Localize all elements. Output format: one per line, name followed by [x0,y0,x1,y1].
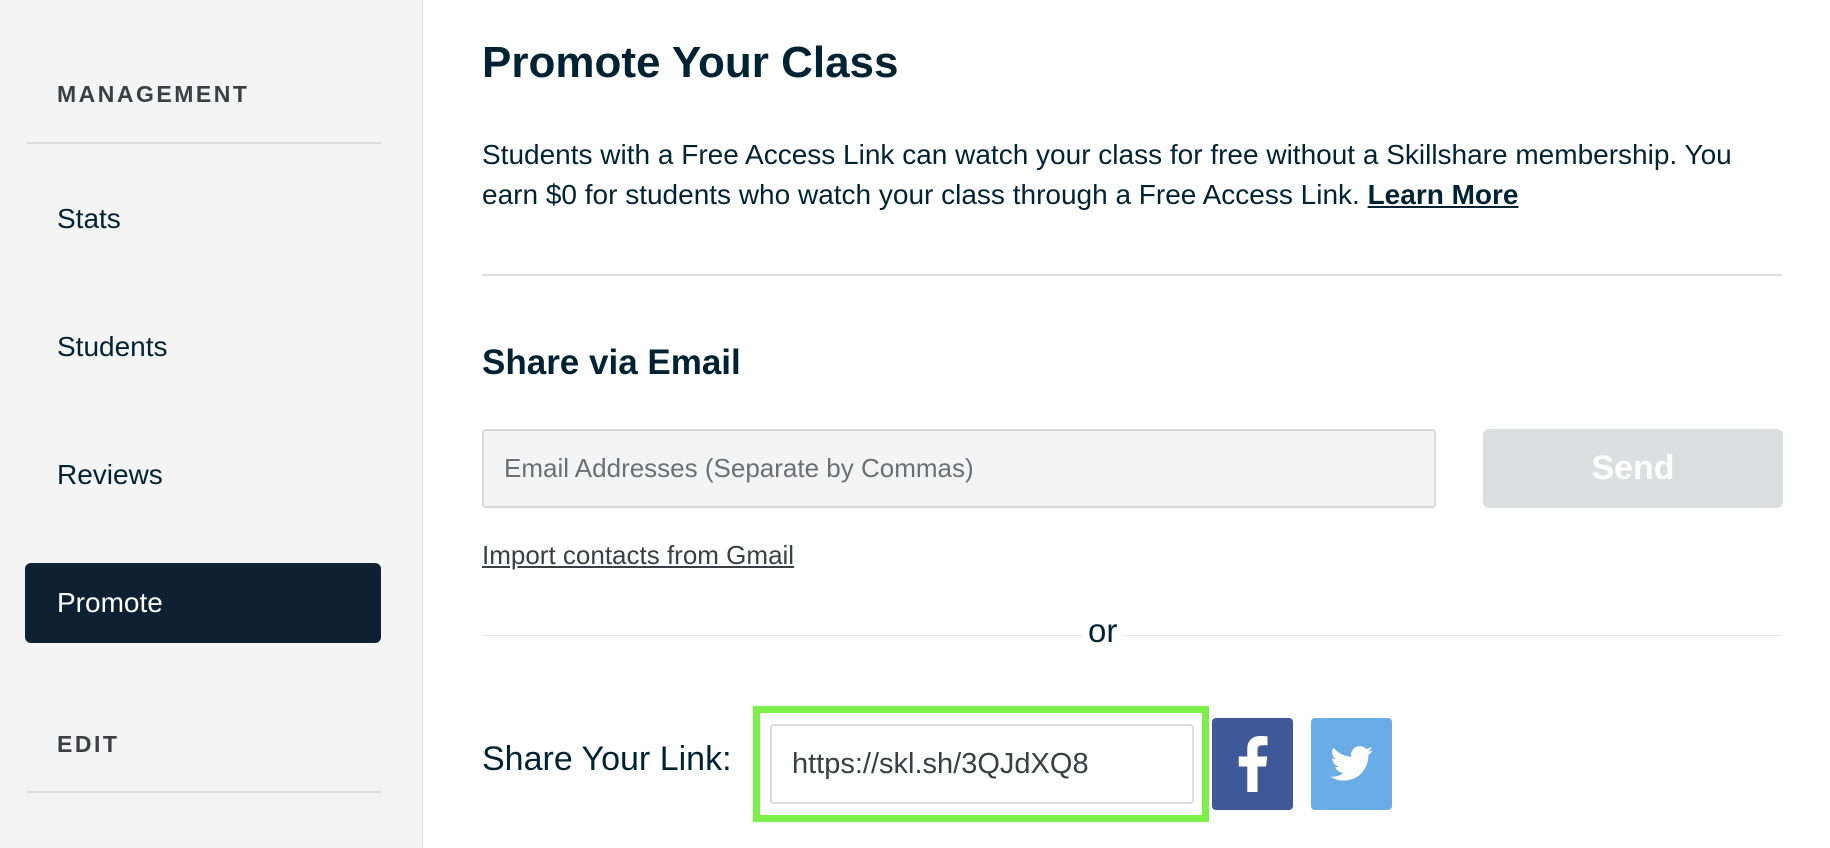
facebook-share-button[interactable] [1212,718,1293,810]
facebook-icon [1238,736,1268,792]
share-link-input[interactable] [770,724,1194,804]
main-content: Promote Your Class Students with a Free … [482,0,1783,848]
learn-more-link[interactable]: Learn More [1368,179,1519,210]
twitter-share-button[interactable] [1311,718,1392,810]
intro-paragraph: Students with a Free Access Link can wat… [482,135,1792,215]
edit-section-label: EDIT [57,731,120,757]
intro-text: Students with a Free Access Link can wat… [482,139,1732,210]
sidebar-item-promote[interactable]: Promote [25,563,381,643]
sidebar-item-students[interactable]: Students [25,307,381,387]
section-divider [27,142,381,144]
email-addresses-input[interactable] [482,429,1436,508]
send-button[interactable]: Send [1483,429,1783,508]
sidebar-item-stats[interactable]: Stats [25,179,381,259]
share-via-email-heading: Share via Email [482,343,741,382]
management-section-label: MANAGEMENT [57,81,250,107]
or-separator: or [1082,612,1124,650]
sidebar: MANAGEMENT Stats Students Reviews Promot… [0,0,423,848]
sidebar-item-reviews[interactable]: Reviews [25,435,381,515]
import-gmail-contacts-link[interactable]: Import contacts from Gmail [482,540,794,571]
twitter-icon [1329,746,1374,782]
section-divider [27,791,381,793]
page-title: Promote Your Class [482,38,899,87]
divider [482,274,1782,276]
share-link-label: Share Your Link: [482,740,732,778]
divider [482,635,1782,636]
